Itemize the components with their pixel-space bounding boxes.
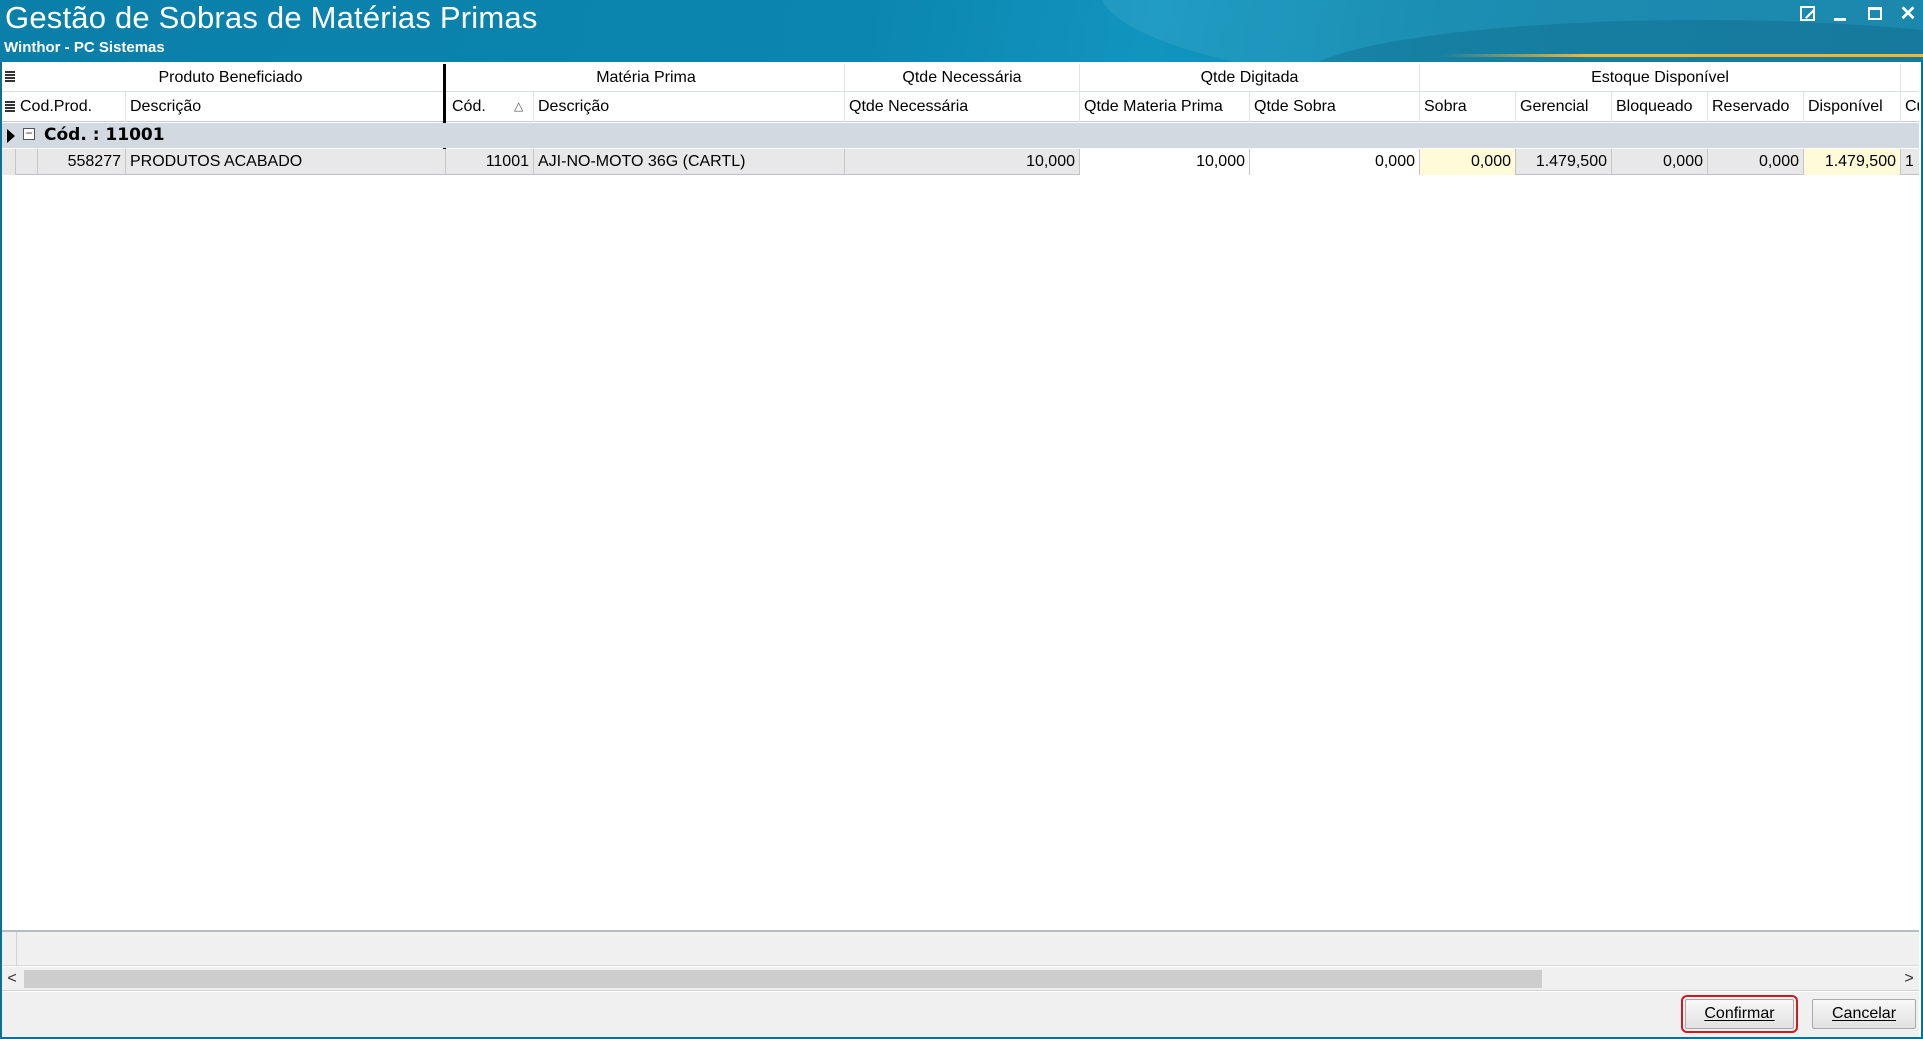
cell-cod-prod[interactable]: 558277 [38,149,126,175]
col-disponivel[interactable]: Disponível [1804,92,1901,122]
col-cod-prod[interactable]: Cod.Prod. [16,92,126,122]
cell-qtde-sobra[interactable]: 0,000 [1250,149,1420,175]
col-descricao-mp[interactable]: Descrição [534,92,845,122]
row-indent [2,149,16,175]
cell-qtde-materia-prima[interactable]: 10,000 [1080,149,1250,175]
cell-sobra[interactable]: 0,000 [1420,149,1516,175]
scroll-thumb[interactable] [24,970,1542,988]
band-materia-prima[interactable]: Matéria Prima [448,64,845,92]
cell-bloqueado[interactable]: 0,000 [1612,149,1708,175]
maximize-button[interactable] [1860,2,1890,24]
collapse-group-icon[interactable]: − [23,127,35,140]
cell-disponivel[interactable]: 1.479,500 [1804,149,1901,175]
col-qtde-sobra[interactable]: Qtde Sobra [1250,92,1420,122]
window-frame [0,62,1923,1039]
maximize-icon [1868,6,1882,20]
cell-reservado[interactable]: 0,000 [1708,149,1804,175]
minimize-button[interactable] [1825,2,1855,24]
edit-window-button[interactable] [1792,2,1822,24]
band-header-row: Produto Beneficiado Matéria Prima Qtde N… [2,64,1919,92]
column-chooser-icon[interactable] [5,70,15,84]
row-indicator-icon [7,129,15,143]
band-estoque-disponivel[interactable]: Estoque Disponível [1420,64,1901,92]
col-descricao-prod[interactable]: Descrição [126,92,446,122]
minimize-icon [1834,17,1846,21]
confirm-button[interactable]: Confirmar [1681,995,1798,1033]
window-subtitle: Winthor - PC Sistemas [4,39,165,56]
title-accent-line [1440,54,1923,57]
col-cod-mp-label: Cód. [452,98,486,115]
cancel-button[interactable]: Cancelar [1812,999,1916,1029]
row-indent [16,149,38,175]
cell-cu[interactable]: 1 [1901,149,1919,175]
title-bar: Gestão de Sobras de Matérias Primas Wint… [0,0,1923,62]
col-sobra[interactable]: Sobra [1420,92,1516,122]
close-button[interactable]: ✕ [1893,2,1923,25]
edit-icon [1799,5,1815,21]
cell-gerencial[interactable]: 1.479,500 [1516,149,1612,175]
group-row[interactable]: − Cód. : 11001 [2,123,1919,148]
table-row[interactable]: 558277 PRODUTOS ACABADO 11001 AJI-NO-MOT… [2,149,1919,175]
sort-ascending-icon: △ [514,99,524,113]
scroll-right-icon[interactable]: > [1899,967,1919,991]
cell-cod-mp[interactable]: 11001 [448,149,534,175]
band-produto-beneficiado[interactable]: Produto Beneficiado [16,64,446,92]
grid-summary-row [2,932,1919,966]
col-qtde-necessaria[interactable]: Qtde Necessária [845,92,1080,122]
scroll-left-icon[interactable]: < [2,967,22,991]
cell-descricao-mp[interactable]: AJI-NO-MOTO 36G (CARTL) [534,149,845,175]
window-title: Gestão de Sobras de Matérias Primas [5,0,538,35]
cell-descricao-prod[interactable]: PRODUTOS ACABADO [126,149,446,175]
close-icon: ✕ [1899,2,1917,25]
col-bloqueado[interactable]: Bloqueado [1612,92,1708,122]
col-gerencial[interactable]: Gerencial [1516,92,1612,122]
col-qtde-materia-prima[interactable]: Qtde Materia Prima [1080,92,1250,122]
band-qtde-digitada[interactable]: Qtde Digitada [1080,64,1420,92]
horizontal-scrollbar[interactable]: < > [2,967,1919,991]
col-cu[interactable]: Cu [1901,92,1919,122]
col-cod-mp[interactable]: Cód. △ [448,92,534,122]
group-label: Cód. : 11001 [44,125,165,145]
summary-divider [16,932,17,966]
column-chooser-icon[interactable] [5,100,15,114]
button-bar: Confirmar Cancelar [2,992,1919,1037]
column-header-row: Cod.Prod. Descrição Cód. △ Descrição Qtd… [2,92,1919,122]
band-qtde-necessaria[interactable]: Qtde Necessária [845,64,1080,92]
cell-qtde-necessaria[interactable]: 10,000 [845,149,1080,175]
col-reservado[interactable]: Reservado [1708,92,1804,122]
